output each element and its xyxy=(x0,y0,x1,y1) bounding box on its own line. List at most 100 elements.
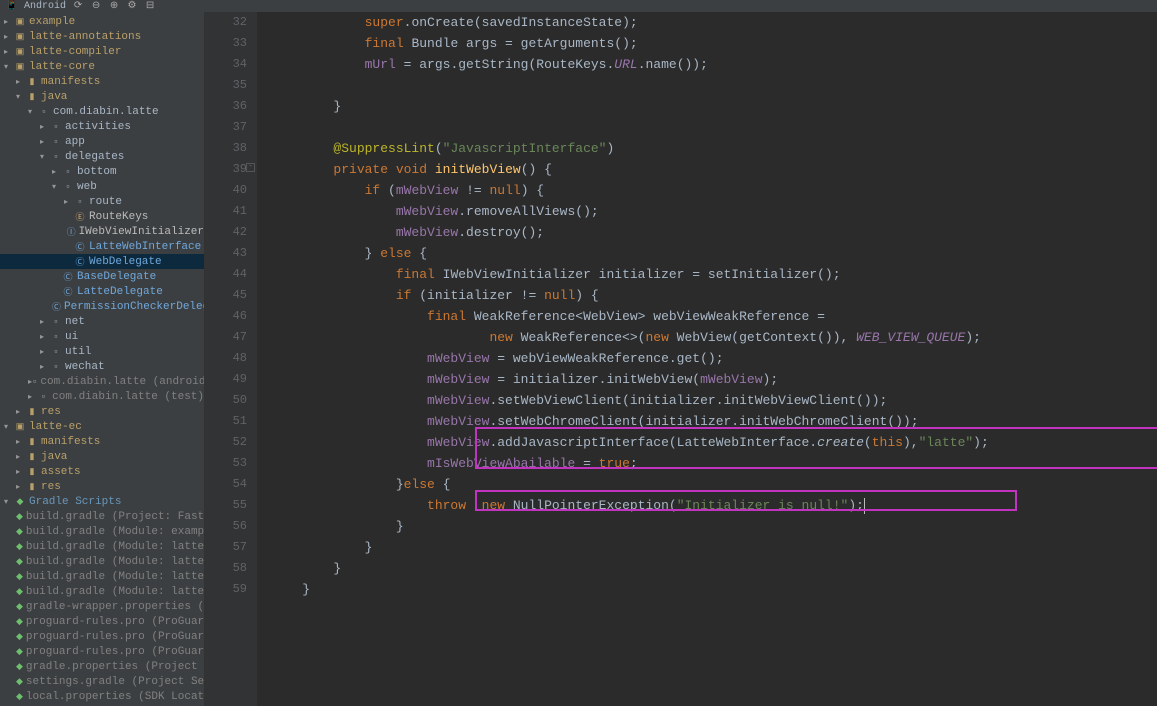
code-line[interactable]: mWebView = initializer.initWebView(mWebV… xyxy=(271,369,1157,390)
tree-item[interactable]: ▸▣latte-annotations xyxy=(0,29,204,44)
tree-item[interactable]: ▸▫route xyxy=(0,194,204,209)
tree-item[interactable]: ◆proguard-rules.pro (ProGuard Rules for … xyxy=(0,644,204,659)
code-line[interactable]: final Bundle args = getArguments(); xyxy=(271,33,1157,54)
code-line[interactable]: mWebView.setWebViewClient(initializer.in… xyxy=(271,390,1157,411)
line-number: 54 xyxy=(205,474,247,495)
tree-item[interactable]: ◆local.properties (SDK Location) xyxy=(0,689,204,704)
code-line[interactable]: mWebView.removeAllViews(); xyxy=(271,201,1157,222)
code-line[interactable]: new WeakReference<>(new WebView(getConte… xyxy=(271,327,1157,348)
code-line[interactable]: mIsWebViewAbailable = true; xyxy=(271,453,1157,474)
line-number: 57 xyxy=(205,537,247,558)
code-line[interactable]: if (mWebView != null) { xyxy=(271,180,1157,201)
tree-item[interactable]: ◆gradle-wrapper.properties (Gradle Versi… xyxy=(0,599,204,614)
tree-item[interactable]: ▸▫ui xyxy=(0,329,204,344)
toolbar-label: Android xyxy=(24,1,66,12)
line-number: 48 xyxy=(205,348,247,369)
code-line[interactable]: private void initWebView() { xyxy=(271,159,1157,180)
line-number: 44 xyxy=(205,264,247,285)
line-number: 50 xyxy=(205,390,247,411)
tree-item[interactable]: ▾▫com.diabin.latte xyxy=(0,104,204,119)
expand-icon[interactable]: ⊕ xyxy=(108,0,120,12)
sync-icon[interactable]: ⟳ xyxy=(72,0,84,12)
tree-item[interactable]: ▸▮res xyxy=(0,404,204,419)
tree-item[interactable]: ▸▮manifests xyxy=(0,74,204,89)
tree-item[interactable]: ▾▫delegates xyxy=(0,149,204,164)
hide-icon[interactable]: ⊟ xyxy=(144,0,156,12)
tree-item[interactable]: ▾▮java xyxy=(0,89,204,104)
tree-item[interactable]: ◆build.gradle (Project: FastEC) xyxy=(0,509,204,524)
code-line[interactable]: final WeakReference<WebView> webViewWeak… xyxy=(271,306,1157,327)
code-line[interactable]: throw new NullPointerException("Initiali… xyxy=(271,495,1157,516)
code-line[interactable]: final IWebViewInitializer initializer = … xyxy=(271,264,1157,285)
tree-item[interactable]: ◆build.gradle (Module: latte-annotations… xyxy=(0,539,204,554)
line-number: 46 xyxy=(205,306,247,327)
tree-item[interactable]: ◆proguard-rules.pro (ProGuard Rules for … xyxy=(0,614,204,629)
code-line[interactable]: super.onCreate(savedInstanceState); xyxy=(271,12,1157,33)
tree-item[interactable]: ⒸWebDelegate xyxy=(0,254,204,269)
line-number: 33 xyxy=(205,33,247,54)
tree-item[interactable]: ▸▣latte-compiler xyxy=(0,44,204,59)
tree-item[interactable]: ▾▫web xyxy=(0,179,204,194)
tree-item[interactable]: ⒸPermissionCheckerDelegate xyxy=(0,299,204,314)
code-line[interactable]: }else { xyxy=(271,474,1157,495)
tree-item[interactable]: ▸▮manifests xyxy=(0,434,204,449)
tree-item[interactable]: ▸▮java xyxy=(0,449,204,464)
code-line[interactable]: mWebView.destroy(); xyxy=(271,222,1157,243)
tree-item[interactable]: ⒾIWebViewInitializer xyxy=(0,224,204,239)
line-number: 49 xyxy=(205,369,247,390)
line-number: 42 xyxy=(205,222,247,243)
code-line[interactable]: } xyxy=(271,558,1157,579)
tree-item[interactable]: ◆build.gradle (Module: latte-ec) xyxy=(0,584,204,599)
tree-item[interactable]: ▾▣latte-core xyxy=(0,59,204,74)
tree-item[interactable]: ▸▮res xyxy=(0,479,204,494)
line-number: 56 xyxy=(205,516,247,537)
settings-icon[interactable]: ⚙ xyxy=(126,0,138,12)
tree-item[interactable]: ▸▫net xyxy=(0,314,204,329)
code-line[interactable]: } xyxy=(271,537,1157,558)
code-line[interactable]: mWebView.setWebChromeClient(initializer.… xyxy=(271,411,1157,432)
line-number: 59 xyxy=(205,579,247,600)
tree-item[interactable]: ⒺRouteKeys xyxy=(0,209,204,224)
tree-item[interactable]: ◆gradle.properties (Project Properties) xyxy=(0,659,204,674)
editor[interactable]: 3233343536373839-40414243444546474849505… xyxy=(205,12,1157,706)
code-line[interactable] xyxy=(271,75,1157,96)
tree-item[interactable]: ▸▫activities xyxy=(0,119,204,134)
code-line[interactable]: if (initializer != null) { xyxy=(271,285,1157,306)
line-number: 32 xyxy=(205,12,247,33)
tree-item[interactable]: ⒸLatteWebInterface xyxy=(0,239,204,254)
tree-item[interactable]: ▸▫util xyxy=(0,344,204,359)
tree-item[interactable]: ⒸBaseDelegate xyxy=(0,269,204,284)
tree-item[interactable]: ▸▫com.diabin.latte (test) xyxy=(0,389,204,404)
code-area[interactable]: super.onCreate(savedInstanceState); fina… xyxy=(257,12,1157,706)
line-number: 36 xyxy=(205,96,247,117)
tree-item[interactable]: ◆build.gradle (Module: example) xyxy=(0,524,204,539)
tree-item[interactable]: ▾◆Gradle Scripts xyxy=(0,494,204,509)
tree-item[interactable]: ⒸLatteDelegate xyxy=(0,284,204,299)
code-line[interactable]: } xyxy=(271,579,1157,600)
project-tree[interactable]: ▸▣example▸▣latte-annotations▸▣latte-comp… xyxy=(0,12,205,706)
code-line[interactable]: mUrl = args.getString(RouteKeys.URL.name… xyxy=(271,54,1157,75)
tree-item[interactable]: ◆settings.gradle (Project Settings) xyxy=(0,674,204,689)
line-number: 38 xyxy=(205,138,247,159)
collapse-icon[interactable]: ⊖ xyxy=(90,0,102,12)
code-line[interactable]: mWebView.addJavascriptInterface(LatteWeb… xyxy=(271,432,1157,453)
tree-item[interactable]: ▸▫bottom xyxy=(0,164,204,179)
tree-item[interactable]: ▸▫app xyxy=(0,134,204,149)
tree-item[interactable]: ▾▣latte-ec xyxy=(0,419,204,434)
tree-item[interactable]: ▸▮assets xyxy=(0,464,204,479)
code-line[interactable] xyxy=(271,117,1157,138)
line-number: 47 xyxy=(205,327,247,348)
tree-item[interactable]: ◆build.gradle (Module: latte-core) xyxy=(0,569,204,584)
tree-item[interactable]: ◆build.gradle (Module: latte-compiler) xyxy=(0,554,204,569)
tree-item[interactable]: ▸▣example xyxy=(0,14,204,29)
line-number: 45 xyxy=(205,285,247,306)
code-line[interactable]: mWebView = webViewWeakReference.get(); xyxy=(271,348,1157,369)
line-number: 40 xyxy=(205,180,247,201)
code-line[interactable]: } else { xyxy=(271,243,1157,264)
tree-item[interactable]: ◆proguard-rules.pro (ProGuard Rules for … xyxy=(0,629,204,644)
code-line[interactable]: } xyxy=(271,516,1157,537)
code-line[interactable]: } xyxy=(271,96,1157,117)
code-line[interactable]: @SuppressLint("JavascriptInterface") xyxy=(271,138,1157,159)
tree-item[interactable]: ▸▫com.diabin.latte (androidTest) xyxy=(0,374,204,389)
tree-item[interactable]: ▸▫wechat xyxy=(0,359,204,374)
